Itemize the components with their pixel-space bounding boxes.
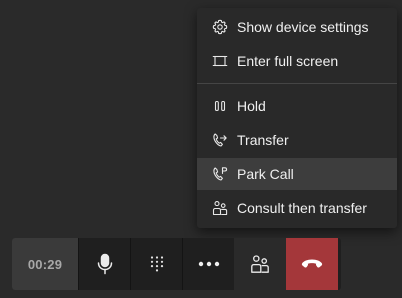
consult-transfer-icon [212,200,228,216]
menu-item-label: Enter full screen [237,53,339,69]
menu-item-label: Transfer [237,132,289,148]
more-actions-button[interactable] [182,238,234,290]
menu-item-label: Park Call [237,166,294,182]
menu-item-enter-full-screen[interactable]: Enter full screen [197,45,397,77]
menu-item-label: Show device settings [237,19,369,35]
microphone-button[interactable] [78,238,130,290]
hang-up-button[interactable] [286,238,338,290]
menu-item-hold[interactable]: Hold [197,90,397,122]
menu-item-show-device-settings[interactable]: Show device settings [197,11,397,43]
transfer-icon [212,132,228,148]
dialpad-button[interactable] [130,238,182,290]
menu-divider [197,83,397,84]
menu-item-transfer[interactable]: Transfer [197,124,397,156]
call-more-options-menu: Show device settings Enter full screen H… [197,8,397,228]
participants-button[interactable] [234,238,286,290]
call-duration-timer: 00:29 [12,238,78,290]
menu-item-park-call[interactable]: Park Call [197,158,397,190]
menu-item-consult-then-transfer[interactable]: Consult then transfer [197,192,397,224]
menu-item-label: Consult then transfer [237,200,367,216]
people-icon [250,254,270,274]
call-control-bar: 00:29 [12,238,341,290]
hang-up-icon [301,258,323,270]
menu-item-label: Hold [237,98,266,114]
microphone-icon [95,253,115,275]
gear-icon [212,19,228,35]
dialpad-icon [149,255,165,273]
fullscreen-icon [212,53,228,69]
more-icon [198,261,220,267]
park-call-icon [212,166,228,182]
pause-icon [212,98,228,114]
